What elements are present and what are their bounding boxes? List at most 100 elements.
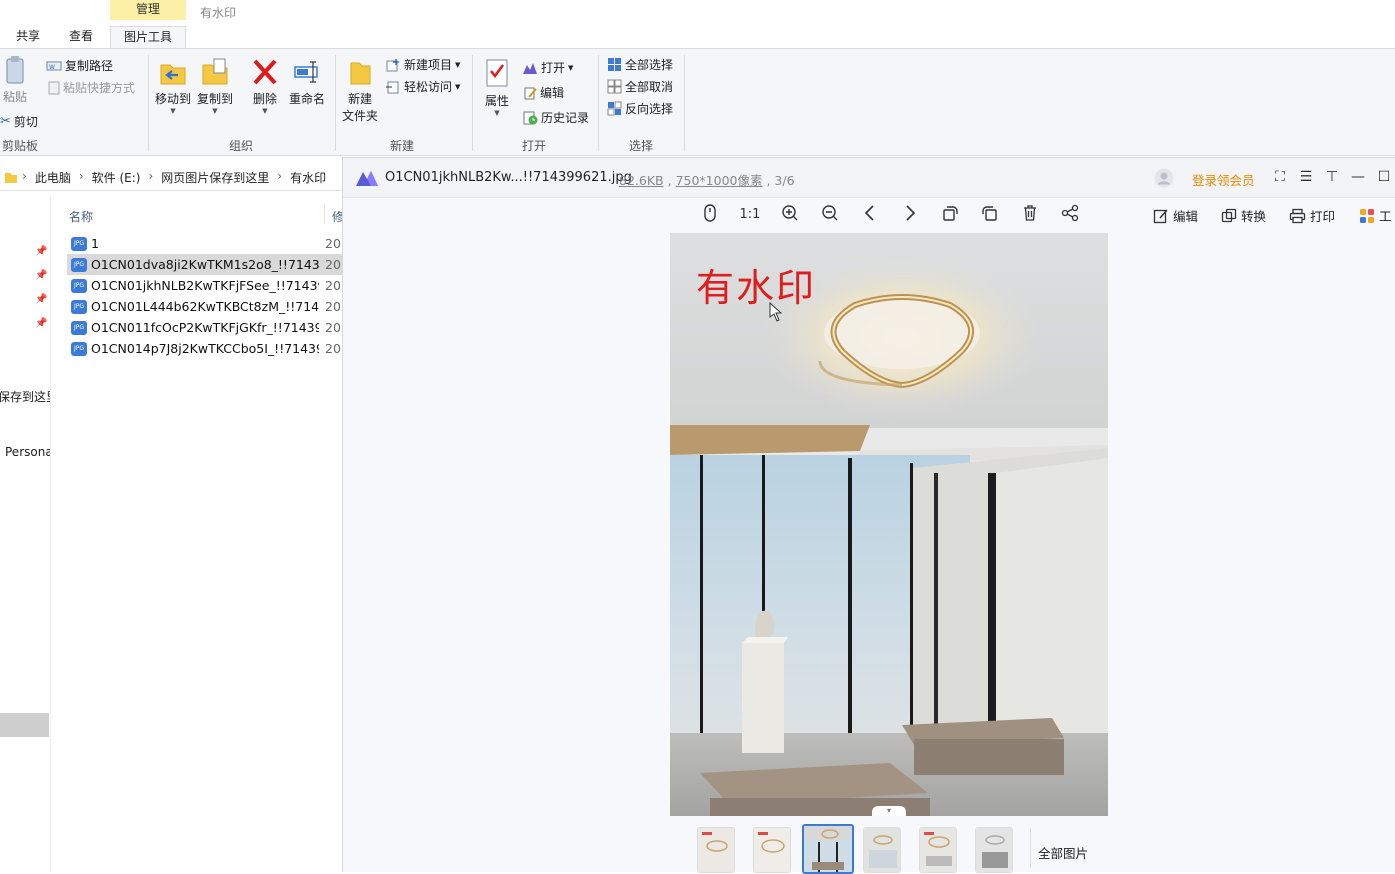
maximize-icon[interactable]: ☐ <box>1375 168 1393 186</box>
chevron-right-icon: › <box>78 169 84 183</box>
jpg-file-icon: JPG <box>71 320 87 335</box>
displayed-photo[interactable]: 有水印 ▾ <box>670 233 1108 816</box>
file-row[interactable]: JPG O1CN011fcOcP2KwTKFjGKfr_!!71439... 2… <box>67 317 342 338</box>
share-icon[interactable] <box>1059 204 1081 226</box>
file-size-link[interactable]: 82.6KB <box>619 173 664 188</box>
paste-shortcut-icon <box>48 81 60 94</box>
pin-icon[interactable]: 📌 <box>35 270 47 281</box>
breadcrumb-watermark[interactable]: 有水印 <box>290 169 326 186</box>
next-image-icon[interactable] <box>899 204 921 226</box>
zoom-in-icon[interactable] <box>779 204 801 226</box>
open-button[interactable]: 打开 ▼ <box>522 59 573 76</box>
tools-menu-button[interactable]: 工 <box>1359 206 1392 225</box>
all-pictures-button[interactable]: 全部图片 <box>1038 843 1088 862</box>
file-row[interactable]: JPG O1CN01jkhNLB2KwTKFjFSee_!!71439... 2… <box>67 275 342 296</box>
rename-button[interactable]: 重命名 <box>288 57 326 107</box>
thumbnail-6[interactable] <box>975 827 1013 873</box>
breadcrumb-this-pc[interactable]: 此电脑 <box>35 169 71 186</box>
select-none-button[interactable]: 全部取消 <box>607 78 673 95</box>
viewer-file-meta: 82.6KB , 750*1000像素 , 3/6 <box>619 170 795 189</box>
file-dimensions-link[interactable]: 750*1000像素 <box>676 173 763 188</box>
print-tool-button[interactable]: 打印 <box>1289 206 1335 225</box>
paste-button[interactable]: 粘贴 <box>2 55 28 105</box>
column-divider[interactable] <box>324 204 325 224</box>
actual-size-button[interactable]: 1:1 <box>739 204 761 226</box>
easy-access-icon <box>386 81 399 93</box>
edit-tool-button[interactable]: 编辑 <box>1153 206 1198 225</box>
nav-item-web-images[interactable]: 保存到这里 <box>0 388 50 405</box>
paste-shortcut-button[interactable]: 粘贴快捷方式 <box>48 79 135 96</box>
thumbnail-1[interactable] <box>697 827 735 873</box>
rotate-right-icon[interactable] <box>979 204 1001 226</box>
open-app-icon <box>523 62 537 74</box>
pin-icon[interactable]: 📌 <box>35 246 47 257</box>
column-header-modified[interactable]: 修 <box>332 208 342 225</box>
convert-tool-label: 转换 <box>1241 209 1267 224</box>
new-folder-button[interactable]: 新建 文件夹 <box>340 57 380 124</box>
fullscreen-icon[interactable]: ⛶ <box>1271 168 1289 186</box>
nav-selected-item[interactable] <box>0 713 49 737</box>
collapse-thumbnails-icon[interactable]: ▾ <box>872 806 906 816</box>
nav-item-personal[interactable]: Persona <box>5 445 50 459</box>
column-header-name[interactable]: 名称 <box>69 208 93 225</box>
easy-access-button[interactable]: 轻松访问 ▼ <box>385 78 460 95</box>
menu-icon[interactable]: ☰ <box>1297 168 1315 186</box>
dropdown-arrow-icon: ▼ <box>568 63 574 72</box>
select-all-button[interactable]: 全部选择 <box>607 56 673 73</box>
breadcrumb: › 此电脑 › 软件 (E:) › 网页图片保存到这里 › 有水印 <box>22 169 326 186</box>
login-member-link[interactable]: 登录领会员 <box>1192 170 1255 189</box>
zoom-out-icon[interactable] <box>819 204 841 226</box>
pin-icon[interactable]: 📌 <box>35 318 47 329</box>
file-row[interactable]: JPG 1 20 <box>67 233 342 254</box>
ribbon-tab-bar: 管理 有水印 共享 查看 图片工具 <box>0 0 1395 48</box>
minimize-icon[interactable]: — <box>1349 168 1367 186</box>
history-button[interactable]: 历史记录 <box>522 109 589 126</box>
clipboard-icon <box>6 56 24 84</box>
file-row-selected[interactable]: JPG O1CN01dva8ji2KwTKM1s2o8_!!71439... 2… <box>67 254 342 275</box>
jpg-file-icon: JPG <box>71 299 87 314</box>
watermark-text: 有水印 <box>696 266 817 310</box>
edit-label: 编辑 <box>540 86 565 100</box>
jpg-file-icon: JPG <box>71 341 87 356</box>
cut-button[interactable]: ✂ 剪切 <box>0 113 38 130</box>
address-bar[interactable]: › 此电脑 › 软件 (E:) › 网页图片保存到这里 › 有水印 <box>0 163 342 191</box>
convert-tool-button[interactable]: 转换 <box>1221 206 1266 225</box>
pin-icon[interactable]: 📌 <box>35 294 47 305</box>
move-to-button[interactable]: 移动到 ▼ <box>154 57 192 115</box>
pin-top-icon[interactable]: ⊤ <box>1323 168 1341 186</box>
open-label: 打开 <box>541 61 566 75</box>
properties-button[interactable]: 属性 ▼ <box>481 57 513 117</box>
file-name: 1 <box>91 236 99 251</box>
delete-label: 删除 <box>252 92 277 106</box>
copy-to-button[interactable]: 复制到 ▼ <box>196 57 234 115</box>
new-item-icon <box>386 58 399 71</box>
context-group-label: 管理 <box>135 2 160 16</box>
edit-tool-label: 编辑 <box>1173 209 1199 224</box>
tab-picture-tools[interactable]: 图片工具 <box>110 26 186 48</box>
user-avatar-icon[interactable] <box>1154 168 1174 188</box>
copy-path-button[interactable]: W 复制路径 <box>46 57 113 74</box>
tab-view[interactable]: 查看 <box>56 26 106 48</box>
thumbnail-4[interactable] <box>863 827 901 873</box>
file-name: O1CN01dva8ji2KwTKM1s2o8_!!71439... <box>91 257 319 272</box>
chevron-right-icon: › <box>277 169 283 183</box>
edit-button[interactable]: 编辑 <box>523 84 564 101</box>
jpg-file-icon: JPG <box>71 257 87 272</box>
thumbnail-2[interactable] <box>753 827 791 873</box>
file-row[interactable]: JPG O1CN01L444b62KwTKBCt8zM_!!7143... 20 <box>67 296 342 317</box>
tab-share[interactable]: 共享 <box>4 26 52 48</box>
jpg-file-icon: JPG <box>71 278 87 293</box>
breadcrumb-web-images[interactable]: 网页图片保存到这里 <box>161 169 269 186</box>
previous-image-icon[interactable] <box>859 204 881 226</box>
delete-button[interactable]: 删除 ▼ <box>250 57 280 115</box>
breadcrumb-drive-e[interactable]: 软件 (E:) <box>92 169 141 186</box>
thumbnail-5[interactable] <box>919 827 957 873</box>
invert-selection-button[interactable]: 反向选择 <box>607 100 673 117</box>
file-row[interactable]: JPG O1CN014p7J8j2KwTKCCbo5I_!!71439... 2… <box>67 338 342 359</box>
thumbnail-3-active[interactable] <box>802 824 854 874</box>
rotate-left-icon[interactable] <box>939 204 961 226</box>
mouse-mode-icon[interactable] <box>699 204 721 226</box>
paste-label: 粘贴 <box>2 90 27 104</box>
trash-icon[interactable] <box>1019 204 1041 226</box>
new-item-button[interactable]: 新建项目 ▼ <box>385 56 460 73</box>
